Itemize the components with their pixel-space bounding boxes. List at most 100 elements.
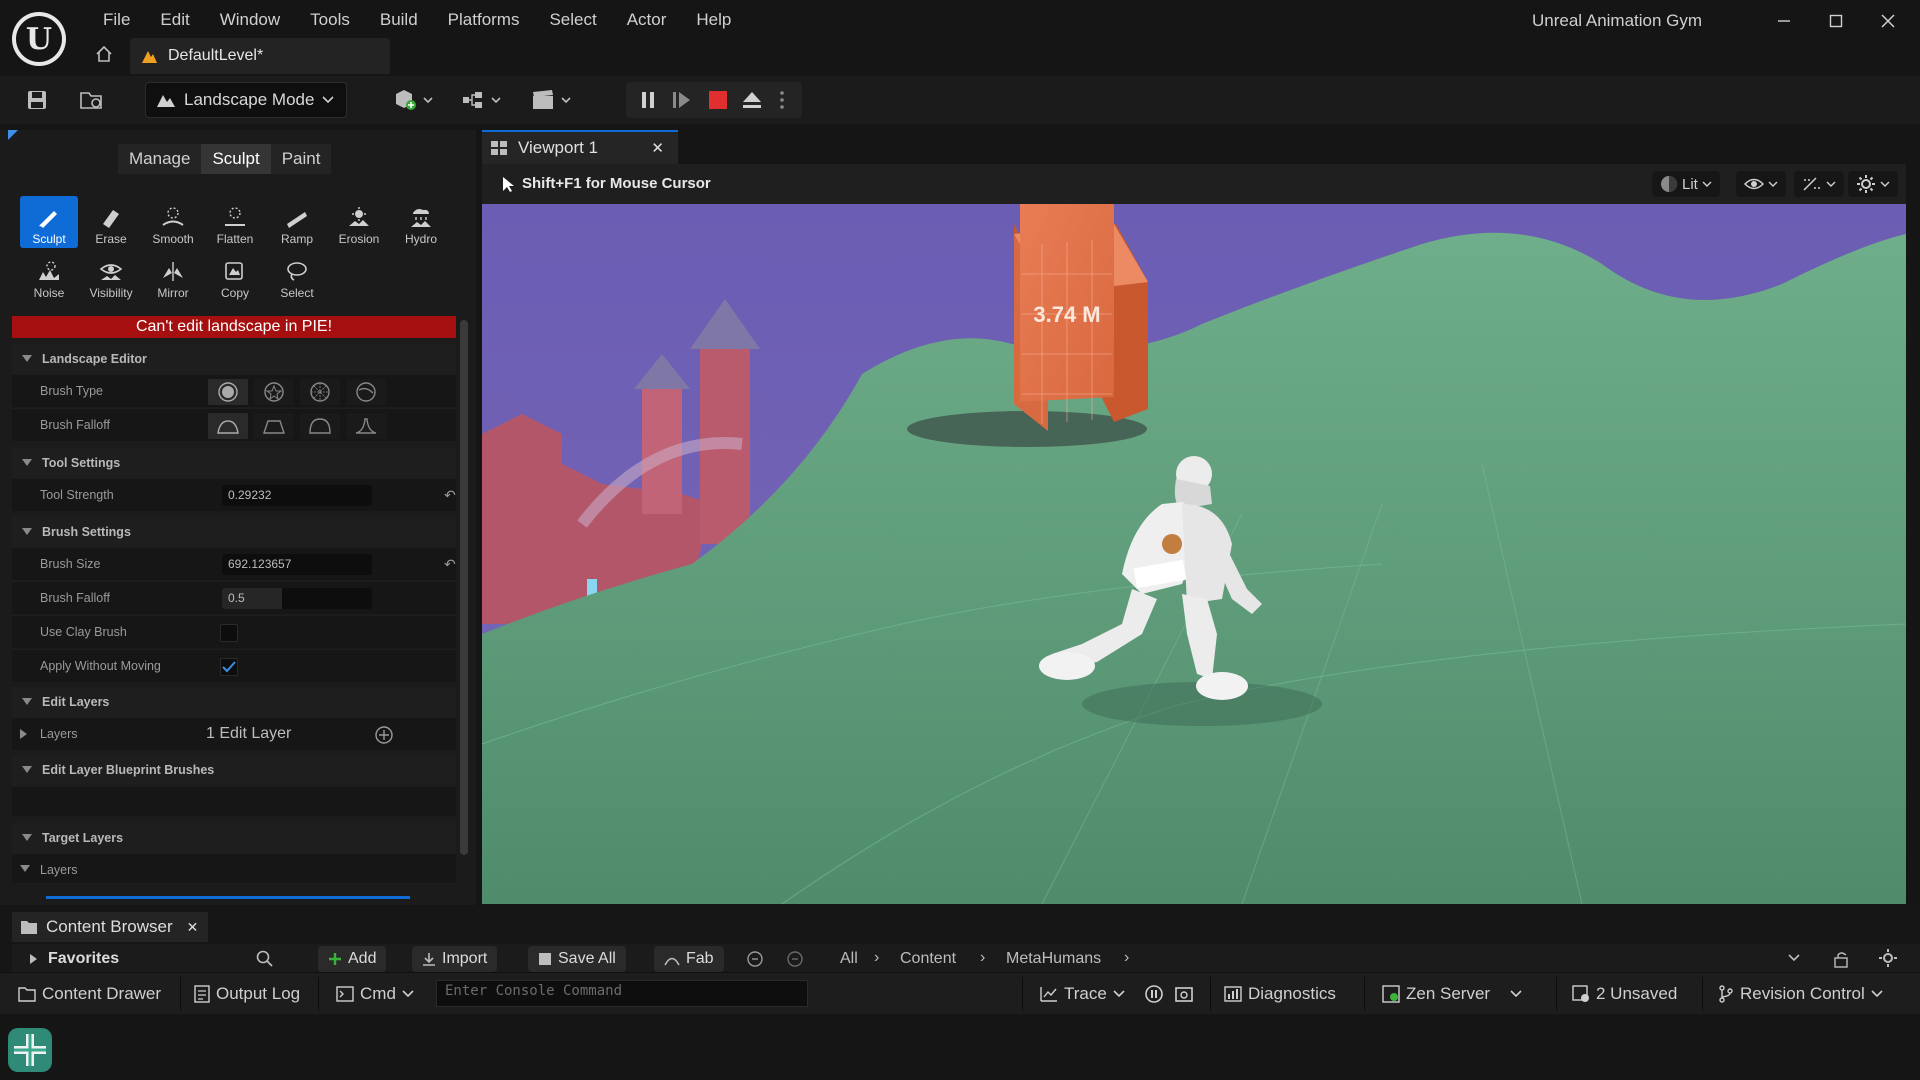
tool-erosion[interactable]: Erosion <box>330 196 388 248</box>
content-browser-tab[interactable]: Content Browser ✕ <box>12 912 208 942</box>
tool-select[interactable]: Select <box>268 250 326 302</box>
falloff-smooth-button[interactable] <box>208 413 248 439</box>
reset-icon[interactable]: ↶ <box>444 487 456 504</box>
falloff-spherical-button[interactable] <box>300 413 340 439</box>
panel-scrollbar[interactable] <box>460 320 468 855</box>
menu-select[interactable]: Select <box>534 8 611 32</box>
apply-without-moving-checkbox[interactable] <box>220 658 238 676</box>
menu-tools[interactable]: Tools <box>295 8 365 32</box>
document-tab[interactable]: DefaultLevel* <box>130 38 390 74</box>
brush-falloff-slider[interactable]: 0.5 <box>222 588 372 609</box>
close-tab-icon[interactable]: ✕ <box>187 919 199 936</box>
falloff-tip-button[interactable] <box>346 413 386 439</box>
revision-control-dropdown[interactable]: Revision Control <box>1718 981 1883 1007</box>
history-forward-icon[interactable] <box>786 950 804 968</box>
section-blueprint-brushes[interactable]: Edit Layer Blueprint Brushes <box>12 755 456 785</box>
eject-button[interactable] <box>740 86 764 114</box>
section-tool-settings[interactable]: Tool Settings <box>12 448 456 478</box>
home-button[interactable] <box>94 44 118 68</box>
show-flags-dropdown[interactable] <box>1736 171 1786 197</box>
gear-icon[interactable] <box>1878 948 1898 968</box>
menu-build[interactable]: Build <box>365 8 433 32</box>
expand-arrow-icon[interactable] <box>30 954 38 964</box>
tool-sculpt[interactable]: Sculpt <box>20 196 78 248</box>
add-layer-icon[interactable] <box>374 725 394 745</box>
save-all-button[interactable]: Save All <box>528 946 626 972</box>
cmd-dropdown[interactable]: Cmd <box>336 981 414 1007</box>
brush-size-input[interactable]: 692.123657 <box>222 554 372 575</box>
menu-file[interactable]: File <box>88 8 145 32</box>
menu-help[interactable]: Help <box>681 8 746 32</box>
menu-window[interactable]: Window <box>205 8 295 32</box>
lock-icon[interactable] <box>1832 950 1852 968</box>
brush-type-pattern-button[interactable] <box>300 379 340 405</box>
chevron-down-icon[interactable] <box>1788 954 1800 962</box>
viewport-canvas[interactable]: 3.74 M <box>482 204 1906 904</box>
tool-strength-input[interactable]: 0.29232 <box>222 485 372 506</box>
tab-manage[interactable]: Manage <box>118 144 202 174</box>
brush-type-alpha-button[interactable] <box>254 379 294 405</box>
minimize-button[interactable] <box>1764 6 1804 36</box>
menu-actor[interactable]: Actor <box>612 8 682 32</box>
tool-noise[interactable]: Noise <box>20 250 78 302</box>
performance-dropdown[interactable] <box>1794 171 1844 197</box>
trace-dropdown[interactable]: Trace <box>1040 981 1125 1007</box>
play-options-button[interactable] <box>772 86 792 114</box>
tool-mirror[interactable]: Mirror <box>144 250 202 302</box>
reset-icon[interactable]: ↶ <box>444 556 456 573</box>
content-drawer-button[interactable]: Content Drawer <box>18 981 161 1007</box>
section-landscape-editor[interactable]: Landscape Editor <box>12 344 456 374</box>
tool-visibility[interactable]: Visibility <box>82 250 140 302</box>
tool-hydro[interactable]: Hydro <box>392 196 450 248</box>
section-target-layers[interactable]: Target Layers <box>12 823 456 853</box>
viewport-settings-dropdown[interactable] <box>1848 171 1898 197</box>
diagnostics-button[interactable]: Diagnostics <box>1224 981 1336 1007</box>
tab-sculpt[interactable]: Sculpt <box>201 144 271 174</box>
maximize-button[interactable] <box>1816 6 1856 36</box>
tool-smooth[interactable]: Smooth <box>144 196 202 248</box>
expand-arrow-icon[interactable] <box>20 729 28 739</box>
add-button[interactable]: Add <box>318 946 387 972</box>
blueprint-button[interactable] <box>460 84 508 116</box>
section-brush-settings[interactable]: Brush Settings <box>12 517 456 547</box>
use-clay-brush-checkbox[interactable] <box>220 624 238 642</box>
fab-button[interactable]: Fab <box>654 946 724 972</box>
falloff-linear-button[interactable] <box>254 413 294 439</box>
brush-type-component-button[interactable] <box>346 379 386 405</box>
tab-paint[interactable]: Paint <box>270 144 332 174</box>
close-button[interactable] <box>1868 6 1908 36</box>
close-tab-icon[interactable]: ✕ <box>651 139 664 157</box>
brush-type-circle-button[interactable] <box>208 379 248 405</box>
zen-server-dropdown[interactable]: Zen Server <box>1382 981 1522 1007</box>
step-button[interactable] <box>670 86 694 114</box>
tool-ramp[interactable]: Ramp <box>268 196 326 248</box>
breadcrumb-content[interactable]: Content <box>900 950 956 968</box>
breadcrumb-all[interactable]: All <box>840 950 858 968</box>
record-button[interactable] <box>1144 981 1164 1007</box>
section-edit-layers[interactable]: Edit Layers <box>12 687 456 717</box>
tool-erase[interactable]: Erase <box>82 196 140 248</box>
pause-button[interactable] <box>636 86 660 114</box>
import-button[interactable]: Import <box>412 946 498 972</box>
collapse-arrow-icon[interactable] <box>20 865 30 873</box>
search-icon[interactable] <box>256 950 274 968</box>
cinematics-button[interactable] <box>530 84 578 116</box>
menu-edit[interactable]: Edit <box>145 8 204 32</box>
stop-button[interactable] <box>706 86 730 114</box>
add-actor-button[interactable] <box>392 84 440 116</box>
screenshot-button[interactable] <box>1174 981 1194 1007</box>
history-back-icon[interactable] <box>746 950 764 968</box>
mode-dropdown[interactable]: Landscape Mode <box>145 82 347 118</box>
menu-platforms[interactable]: Platforms <box>433 8 535 32</box>
tool-copy[interactable]: Copy <box>206 250 264 302</box>
console-input[interactable]: Enter Console Command <box>436 980 808 1007</box>
output-log-button[interactable]: Output Log <box>194 981 300 1007</box>
viewport-tab[interactable]: Viewport 1 ✕ <box>482 130 678 164</box>
plus-app-button[interactable] <box>6 1026 54 1074</box>
unsaved-button[interactable]: 2 Unsaved <box>1572 981 1677 1007</box>
unreal-logo-icon[interactable]: U <box>12 12 66 66</box>
browse-button[interactable] <box>78 84 106 116</box>
view-mode-dropdown[interactable]: Lit <box>1652 171 1720 197</box>
save-button[interactable] <box>24 84 50 116</box>
tool-flatten[interactable]: Flatten <box>206 196 264 248</box>
